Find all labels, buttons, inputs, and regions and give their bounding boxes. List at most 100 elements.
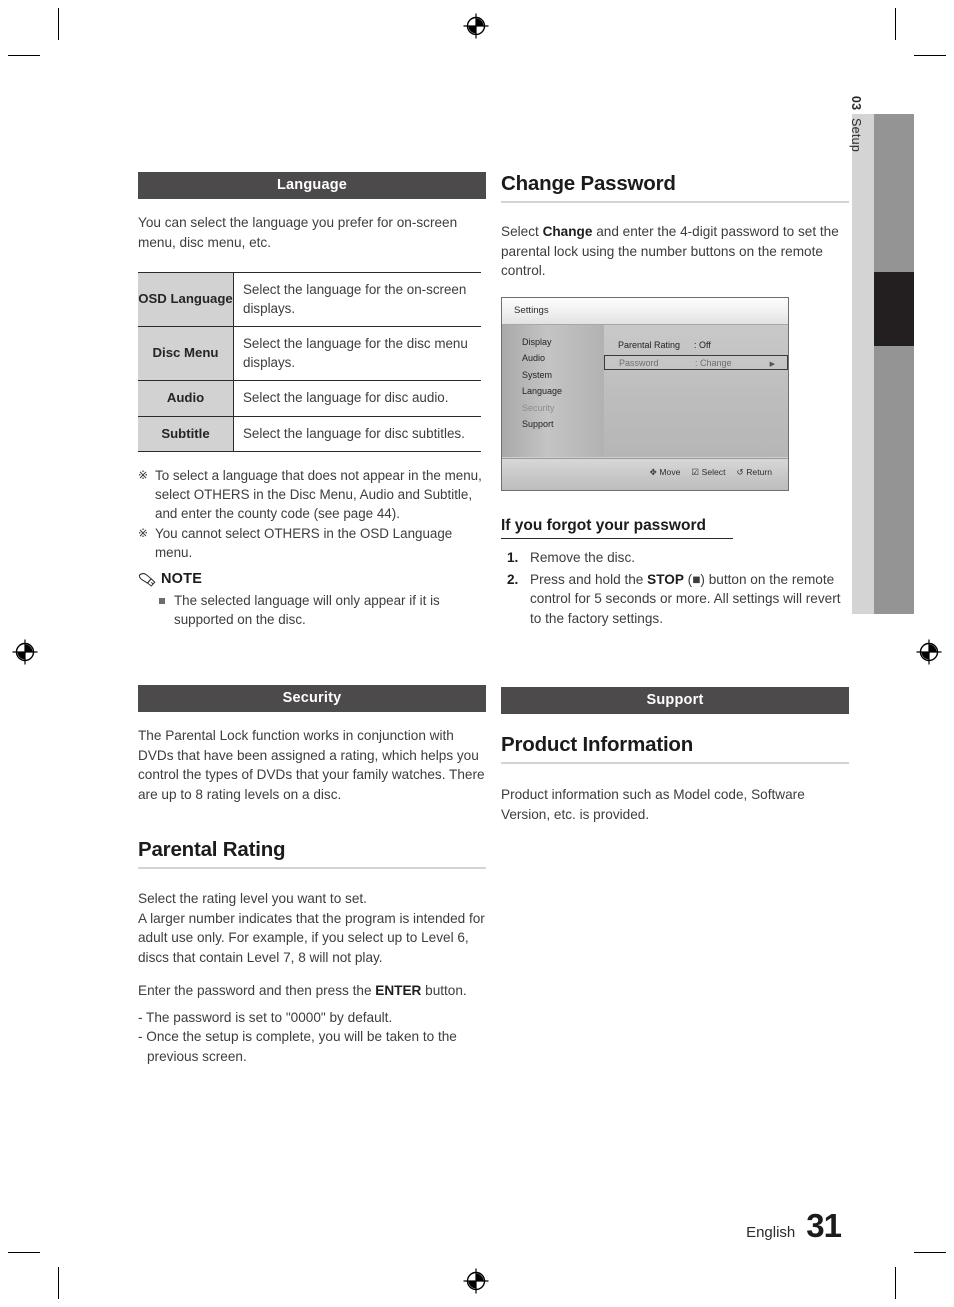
parental-rating-paragraph: Select the rating level you want to set.… [138,889,486,967]
note-item-text: The selected language will only appear i… [174,593,440,627]
square-bullet-icon [159,591,174,629]
list-item: - Once the setup is complete, you will b… [138,1029,457,1064]
step-number: 2. [507,571,519,587]
osd-row-password[interactable]: Password : Change ▶ [604,354,788,370]
page-footer: English 31 [746,1207,842,1245]
heading-rule [138,867,486,869]
left-column: Language You can select the language you… [138,172,486,1066]
osd-hint-label: Select [701,467,726,477]
osd-nav-panel: Display Audio System Language Security S… [502,324,604,457]
osd-nav-item-display[interactable]: Display [502,337,604,354]
heading-rule [501,762,849,764]
dpad-icon: ✥ [649,466,657,477]
step-text: Press and hold the STOP (■) button on th… [530,570,849,629]
osd-nav-item-security[interactable]: Security [502,403,604,420]
change-option-label: Change [542,224,593,239]
section-header-security: Security [138,685,486,712]
osd-row-value: : Change [695,357,732,368]
registration-mark-bottom [463,1268,489,1294]
footer-language: English [746,1224,796,1241]
page-number: 31 [806,1207,842,1244]
note-item-list: The selected language will only appear i… [159,591,486,629]
list-item: - The password is set to "0000" by defau… [138,1009,393,1025]
product-information-paragraph: Product information such as Model code, … [501,787,805,822]
crop-mark-top-left-vertical [58,8,59,40]
crop-mark-top-right-vertical [895,8,896,40]
manual-page: 03 Setup Language You can select the lan… [0,0,954,1307]
osd-title-bar: Settings [502,297,788,325]
osd-nav-item-language[interactable]: Language [502,386,604,403]
chapter-tab-bar [874,114,914,614]
step-text: Remove the disc. [530,548,635,568]
stop-button-label: STOP [647,571,684,587]
heading-product-information: Product Information [501,733,694,756]
pencil-icon [138,572,156,587]
return-arrow-icon: ↺ [736,466,744,477]
list-item: ※ You cannot select OTHERS in the OSD La… [138,524,486,562]
crop-mark-bottom-right-vertical [895,1267,896,1299]
forgot-password-steps: 1. Remove the disc. 2. Press and hold th… [507,548,849,628]
heading-change-password: Change Password [501,172,676,195]
table-cell-value: Select the language for disc audio. [233,380,481,417]
registration-mark-left [12,639,38,665]
crop-mark-top-right-horizontal [914,55,946,56]
table-cell-key: Subtitle [138,416,234,452]
heading-rule [501,201,849,203]
table-cell-key: Disc Menu [138,326,234,381]
osd-row-label: Password [619,357,659,368]
osd-row-parental-rating[interactable]: Parental Rating : Off [604,338,788,353]
table-cell-value: Select the language for disc subtitles. [233,416,481,452]
table-row: Subtitle Select the language for disc su… [138,416,481,452]
table-cell-value: Select the language for the on-screen di… [233,272,481,327]
osd-hint-label: Move [659,467,681,477]
step-number: 1. [507,550,519,565]
osd-footer-bar: ✥ Move ☑ Select ↺ Return [502,457,788,490]
osd-nav-item-system[interactable]: System [502,370,604,387]
osd-row-value: : Off [694,339,711,350]
star-bullet-icon: ※ [138,526,149,540]
osd-row-label: Parental Rating [618,339,681,350]
chapter-number: 03 [849,95,863,111]
osd-hint-return: ↺ Return [737,467,773,478]
password-dash-list: - The password is set to "0000" by defau… [138,1008,486,1067]
note-label: NOTE [161,571,203,587]
chapter-tab-label: 03 Setup [849,96,863,152]
enter-password-post: button. [421,983,467,998]
section-header-support: Support [501,687,849,714]
language-intro-text: You can select the language you prefer f… [138,215,458,250]
crop-mark-bottom-left-horizontal [8,1252,40,1253]
osd-content-panel: Parental Rating : Off Password : Change … [604,324,788,457]
note-heading: NOTE [138,571,486,587]
crop-mark-bottom-right-horizontal [914,1252,946,1253]
table-cell-value: Select the language for the disc menu di… [233,326,481,381]
heading-parental-rating: Parental Rating [138,838,286,861]
osd-nav-item-support[interactable]: Support [502,419,604,436]
chapter-name: Setup [849,117,863,153]
chapter-tab-strip: 03 Setup [849,96,874,614]
security-intro-text: The Parental Lock function works in conj… [138,728,485,802]
list-item: ※ To select a language that does not app… [138,466,486,523]
step-text-pre: Remove the disc. [530,550,636,565]
step-text-pre: Press and hold the [530,571,648,587]
enter-button-label: ENTER [375,983,422,998]
heading-rule [501,537,733,539]
osd-hint-move: ✥ Move [650,467,681,478]
section-header-language: Language [138,172,486,199]
table-row: Disc Menu Select the language for the di… [138,326,481,381]
heading-forgot-password: If you forgot your password [501,516,706,534]
table-row: Audio Select the language for disc audio… [138,380,481,417]
parental-rating-line-2: A larger number indicates that the progr… [138,910,485,965]
chapter-tab-bar-active-marker [874,272,914,346]
parental-rating-line-1: Select the rating level you want to set. [138,891,367,906]
osd-nav-item-audio[interactable]: Audio [502,353,604,370]
list-item: The selected language will only appear i… [159,591,486,629]
crop-mark-top-left-horizontal [8,55,40,56]
star-bullet-icon: ※ [138,468,149,482]
osd-hint-select: ☑ Select [691,467,725,478]
osd-hint-list: ✥ Move ☑ Select ↺ Return [650,467,772,478]
table-cell-key: OSD Language [138,272,234,327]
